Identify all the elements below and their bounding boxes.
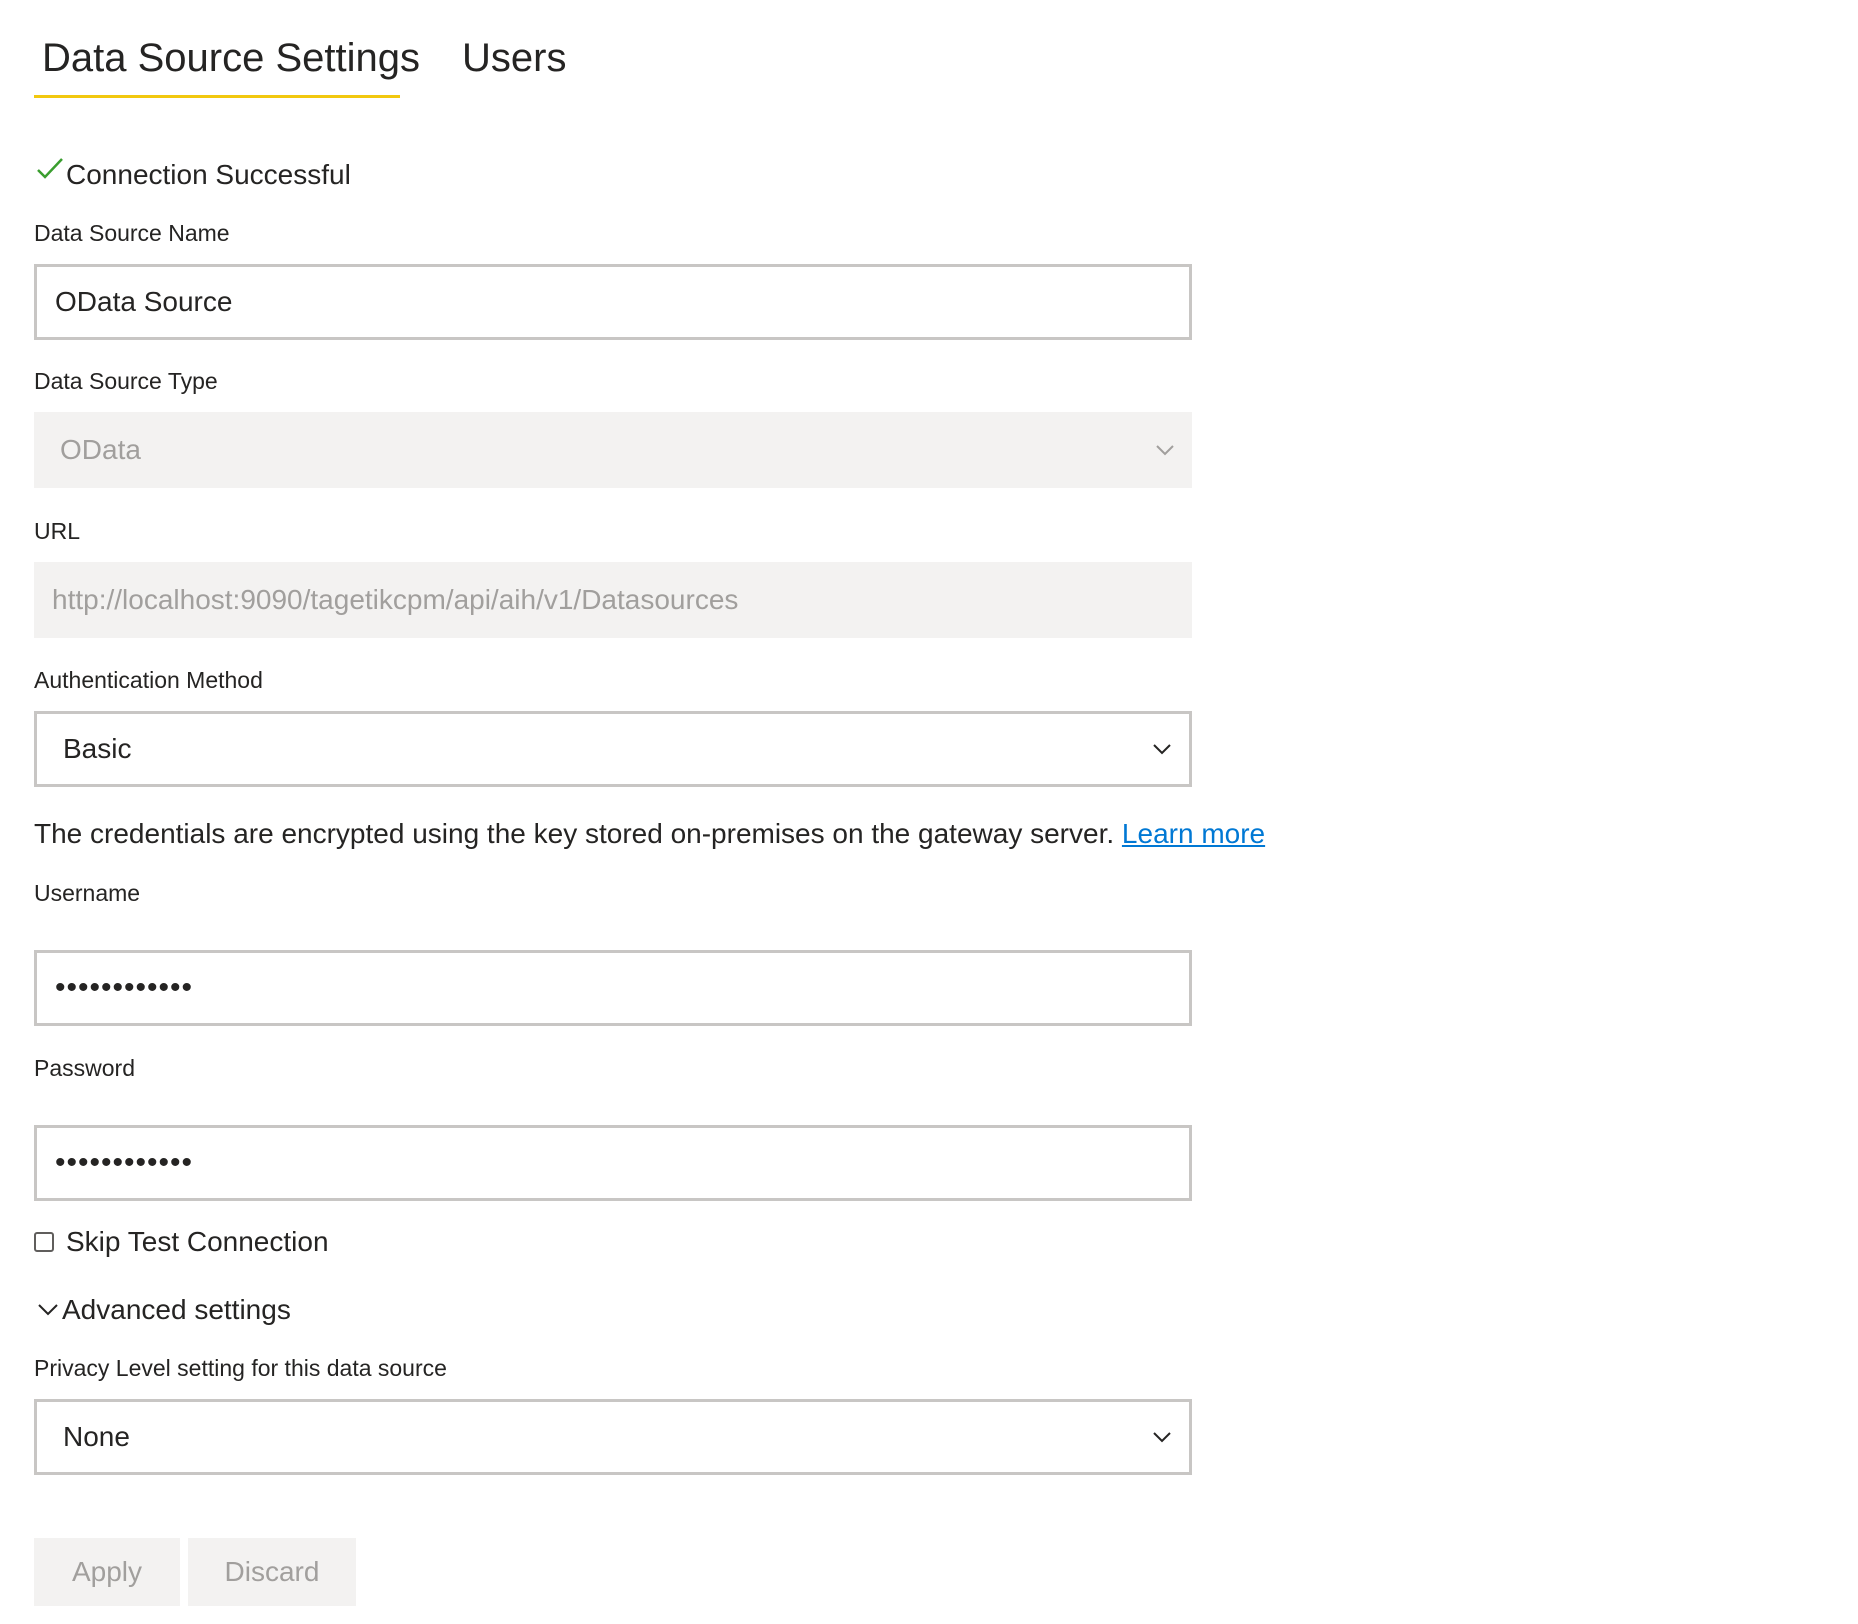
password-input[interactable]: •••••••••••• <box>34 1125 1192 1201</box>
privacy-level-label: Privacy Level setting for this data sour… <box>34 1355 447 1381</box>
advanced-settings-toggle[interactable]: Advanced settings <box>36 1290 291 1330</box>
credentials-note: The credentials are encrypted using the … <box>34 818 1265 850</box>
data-source-name-label: Data Source Name <box>34 220 230 246</box>
url-label: URL <box>34 518 81 544</box>
username-value: •••••••••••• <box>55 971 194 1004</box>
learn-more-link[interactable]: Learn more <box>1122 818 1265 849</box>
data-source-type-value: OData <box>60 434 141 465</box>
tab-users-label: Users <box>462 36 567 80</box>
chevron-down-icon <box>1153 744 1171 755</box>
apply-button[interactable]: Apply <box>34 1538 180 1606</box>
connection-status-text: Connection Successful <box>66 159 351 190</box>
data-source-name-input[interactable]: OData Source <box>34 264 1192 340</box>
skip-test-connection-checkbox[interactable] <box>34 1232 54 1252</box>
url-input: http://localhost:9090/tagetikcpm/api/aih… <box>34 562 1192 638</box>
privacy-level-value: None <box>63 1421 130 1452</box>
data-source-type-select: OData <box>34 412 1192 488</box>
password-label: Password <box>34 1055 135 1081</box>
skip-test-connection[interactable]: Skip Test Connection <box>34 1222 329 1262</box>
chevron-down-icon <box>1156 445 1174 456</box>
chevron-down-icon <box>1153 1432 1171 1443</box>
password-value: •••••••••••• <box>55 1146 194 1179</box>
data-source-name-value: OData Source <box>55 286 233 317</box>
authentication-method-select[interactable]: Basic <box>34 711 1192 787</box>
username-label: Username <box>34 880 141 906</box>
chevron-down-icon <box>38 1304 58 1316</box>
data-source-type-label: Data Source Type <box>34 368 218 394</box>
url-value: http://localhost:9090/tagetikcpm/api/aih… <box>52 584 739 615</box>
discard-button[interactable]: Discard <box>188 1538 356 1606</box>
credentials-note-text: The credentials are encrypted using the … <box>34 818 1115 849</box>
connection-status: Connection Successful <box>34 150 351 200</box>
tab-users[interactable]: Users <box>462 22 566 98</box>
privacy-level-select[interactable]: None <box>34 1399 1192 1475</box>
authentication-method-value: Basic <box>63 733 132 764</box>
tab-data-source-settings[interactable]: Data Source Settings <box>34 22 420 98</box>
advanced-settings-label: Advanced settings <box>62 1294 291 1325</box>
username-input[interactable]: •••••••••••• <box>34 950 1192 1026</box>
skip-test-connection-label: Skip Test Connection <box>66 1226 329 1257</box>
tab-data-source-settings-label: Data Source Settings <box>42 36 420 80</box>
authentication-method-label: Authentication Method <box>34 667 263 693</box>
check-icon <box>37 158 63 179</box>
